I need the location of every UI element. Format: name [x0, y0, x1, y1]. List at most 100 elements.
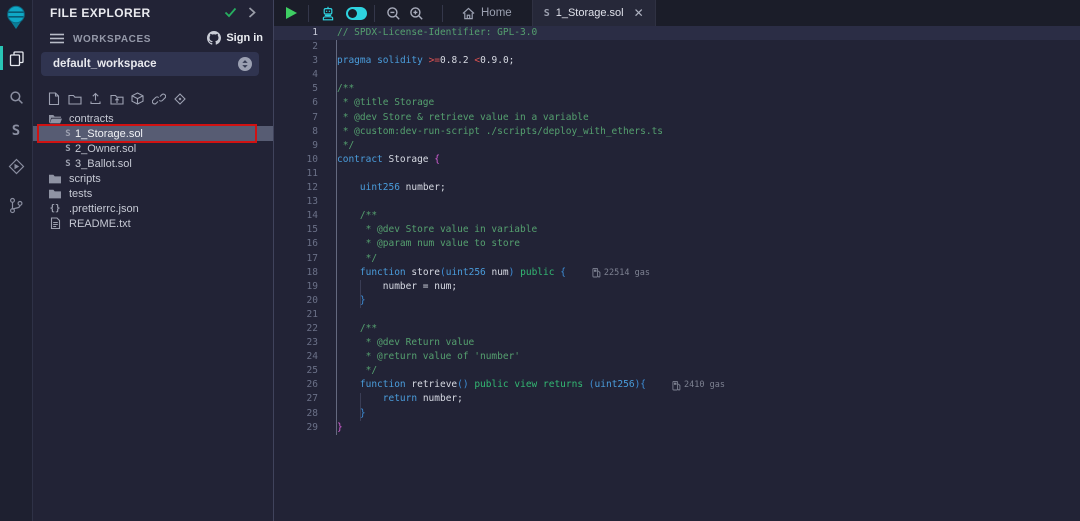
code-line-25[interactable]: 25 */ [274, 364, 1080, 378]
tree-item-3-ballot-sol[interactable]: S3_Ballot.sol [33, 156, 273, 171]
workspaces-label: WORKSPACES [73, 34, 151, 45]
stepper-icon [238, 57, 252, 71]
line-content: */ [318, 252, 377, 266]
toggle-knob [348, 9, 357, 18]
code-line-1[interactable]: 1// SPDX-License-Identifier: GPL-3.0 [274, 26, 1080, 40]
tree-item-contracts[interactable]: contracts [33, 111, 273, 126]
run-script-button[interactable] [282, 0, 301, 26]
code-line-23[interactable]: 23 * @dev Return value [274, 336, 1080, 350]
tree-item-readme-txt[interactable]: README.txt [33, 216, 273, 231]
remix-logo-icon[interactable] [0, 3, 32, 31]
line-number: 2 [274, 40, 318, 54]
code-line-8[interactable]: 8 * @custom:dev-run-script ./scripts/dep… [274, 125, 1080, 139]
line-content: */ [318, 364, 377, 378]
line-content: * @dev Return value [318, 336, 474, 350]
search-icon[interactable] [0, 84, 32, 110]
tree-item-label: contracts [69, 113, 114, 125]
line-number: 23 [274, 336, 318, 350]
solidity-file-icon: S [61, 142, 75, 156]
hamburger-menu-icon[interactable] [50, 33, 64, 44]
code-line-15[interactable]: 15 * @dev Store value in variable [274, 223, 1080, 237]
code-line-27[interactable]: 27 return number; [274, 392, 1080, 406]
ai-copilot-button[interactable] [316, 0, 340, 26]
line-number: 24 [274, 350, 318, 364]
tree-item-scripts[interactable]: scripts [33, 171, 273, 186]
code-line-9[interactable]: 9 */ [274, 139, 1080, 153]
tab-1-storage-sol[interactable]: S 1_Storage.sol ✕ [532, 0, 656, 26]
code-line-21[interactable]: 21 [274, 308, 1080, 322]
tree-item-2-owner-sol[interactable]: S2_Owner.sol [33, 141, 273, 156]
code-line-24[interactable]: 24 * @return value of 'number' [274, 350, 1080, 364]
json-file-icon: {} [48, 202, 62, 216]
line-content: } [318, 407, 366, 421]
tree-item--prettierrc-json[interactable]: {}.prettierrc.json [33, 201, 273, 216]
line-number: 22 [274, 322, 318, 336]
chevron-right-icon[interactable] [248, 7, 256, 18]
code-line-14[interactable]: 14 /** [274, 209, 1080, 223]
github-icon [207, 31, 221, 45]
upload-folder-button[interactable] [108, 90, 125, 107]
new-folder-button[interactable] [66, 90, 83, 107]
line-number: 16 [274, 237, 318, 251]
line-number: 20 [274, 294, 318, 308]
zoom-in-button[interactable] [405, 0, 428, 26]
new-file-button[interactable] [45, 90, 62, 107]
code-line-4[interactable]: 4 [274, 68, 1080, 82]
close-tab-icon[interactable]: ✕ [634, 7, 644, 19]
git-icon[interactable] [0, 192, 32, 218]
line-number: 13 [274, 195, 318, 209]
panel-title: FILE EXPLORER [50, 6, 151, 20]
folder-folder-icon [48, 187, 62, 201]
code-line-12[interactable]: 12 uint256 number; [274, 181, 1080, 195]
tree-item-tests[interactable]: tests [33, 186, 273, 201]
solidity-compiler-icon[interactable]: S [0, 118, 32, 144]
code-line-5[interactable]: 5/** [274, 82, 1080, 96]
code-line-3[interactable]: 3pragma solidity >=0.8.2 <0.9.0; [274, 54, 1080, 68]
deploy-run-icon[interactable] [0, 153, 32, 179]
clone-repo-button[interactable] [171, 90, 188, 107]
code-editor[interactable]: 1// SPDX-License-Identifier: GPL-3.023pr… [274, 26, 1080, 521]
sign-in-button[interactable]: Sign in [207, 31, 263, 45]
line-content: */ [318, 139, 354, 153]
zoom-out-button[interactable] [382, 0, 405, 26]
code-line-18[interactable]: 18 function store(uint256 num) public {2… [274, 266, 1080, 280]
line-content [318, 195, 337, 209]
upload-file-button[interactable] [87, 90, 104, 107]
line-number: 19 [274, 280, 318, 294]
code-line-17[interactable]: 17 */ [274, 252, 1080, 266]
code-line-6[interactable]: 6 * @title Storage [274, 96, 1080, 110]
icon-rail: S [0, 0, 33, 521]
copilot-toggle[interactable] [346, 7, 367, 20]
checkmark-icon[interactable] [224, 7, 237, 18]
code-line-26[interactable]: 26 function retrieve() public view retur… [274, 378, 1080, 392]
code-line-20[interactable]: 20 } [274, 294, 1080, 308]
tree-item-label: README.txt [69, 218, 131, 230]
import-https-button[interactable] [150, 90, 167, 107]
code-line-13[interactable]: 13 [274, 195, 1080, 209]
line-number: 15 [274, 223, 318, 237]
code-line-29[interactable]: 29} [274, 421, 1080, 435]
code-line-19[interactable]: 19 number = num; [274, 280, 1080, 294]
code-line-2[interactable]: 2 [274, 40, 1080, 54]
line-content [318, 167, 337, 181]
line-number: 28 [274, 407, 318, 421]
text-file-icon [48, 217, 62, 231]
workspace-name: default_workspace [53, 58, 238, 70]
code-line-10[interactable]: 10contract Storage { [274, 153, 1080, 167]
code-line-11[interactable]: 11 [274, 167, 1080, 181]
tree-item-1-storage-sol[interactable]: S1_Storage.sol [33, 126, 273, 141]
code-line-22[interactable]: 22 /** [274, 322, 1080, 336]
line-number: 4 [274, 68, 318, 82]
code-line-7[interactable]: 7 * @dev Store & retrieve value in a var… [274, 111, 1080, 125]
import-ipfs-button[interactable] [129, 90, 146, 107]
line-content: } [318, 421, 343, 435]
line-content: } [318, 294, 366, 308]
tab-home[interactable]: Home [450, 0, 524, 26]
workspace-dropdown[interactable]: default_workspace [41, 52, 259, 76]
line-content: * @dev Store value in variable [318, 223, 537, 237]
code-line-16[interactable]: 16 * @param num value to store [274, 237, 1080, 251]
solidity-file-icon: S [544, 8, 550, 19]
file-explorer-icon[interactable] [0, 45, 32, 71]
line-content: * @custom:dev-run-script ./scripts/deplo… [318, 125, 663, 139]
code-line-28[interactable]: 28 } [274, 407, 1080, 421]
